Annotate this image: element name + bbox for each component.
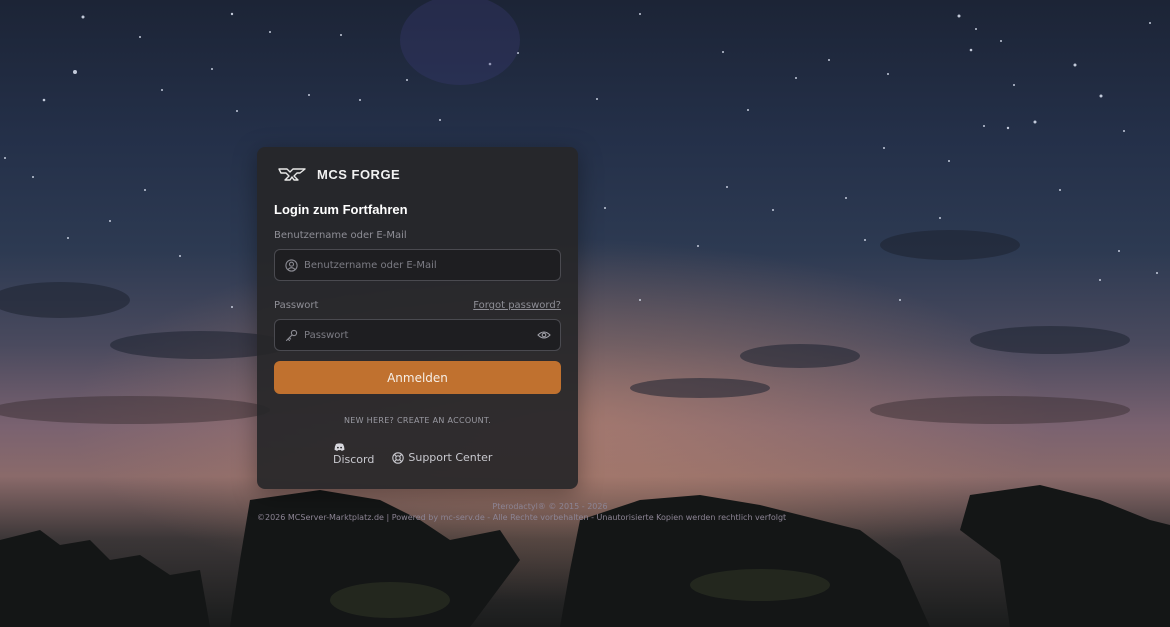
forgot-password-link[interactable]: Forgot password? [473,300,561,311]
discord-icon [334,443,345,451]
support-center-link[interactable]: Support Center [392,451,492,464]
key-icon [284,328,298,342]
forge-logo-icon [278,168,306,181]
create-account-link[interactable]: NEW HERE? CREATE AN ACCOUNT. [257,416,578,425]
footer-legal: ©2026 MCServer-Marktplatz.de | Powered b… [257,513,787,522]
discord-link[interactable]: Discord [333,443,374,466]
brand-name: MCS FORGE [317,166,401,182]
page-title: Login zum Fortfahren [274,202,408,217]
password-label: Passwort [274,300,319,311]
support-center-label: Support Center [408,451,493,464]
login-card: MCS FORGE Login zum Fortfahren Benutzern… [257,147,578,489]
username-input[interactable] [304,259,560,271]
username-field[interactable] [274,249,561,281]
password-input[interactable] [304,329,536,341]
footer-copyright: Pterodactyl® © 2015 - 2026 [492,502,608,511]
username-label: Benutzername oder E-Mail [274,230,407,241]
eye-icon[interactable] [536,328,552,342]
help-links: Discord Support Center [333,443,492,466]
brand: MCS FORGE [278,165,400,183]
discord-label: Discord [333,453,375,466]
login-button[interactable]: Anmelden [274,361,561,394]
user-circle-icon [284,258,298,272]
floating-islands-background [0,230,1170,627]
password-field[interactable] [274,319,561,351]
lifebuoy-icon [392,451,405,464]
